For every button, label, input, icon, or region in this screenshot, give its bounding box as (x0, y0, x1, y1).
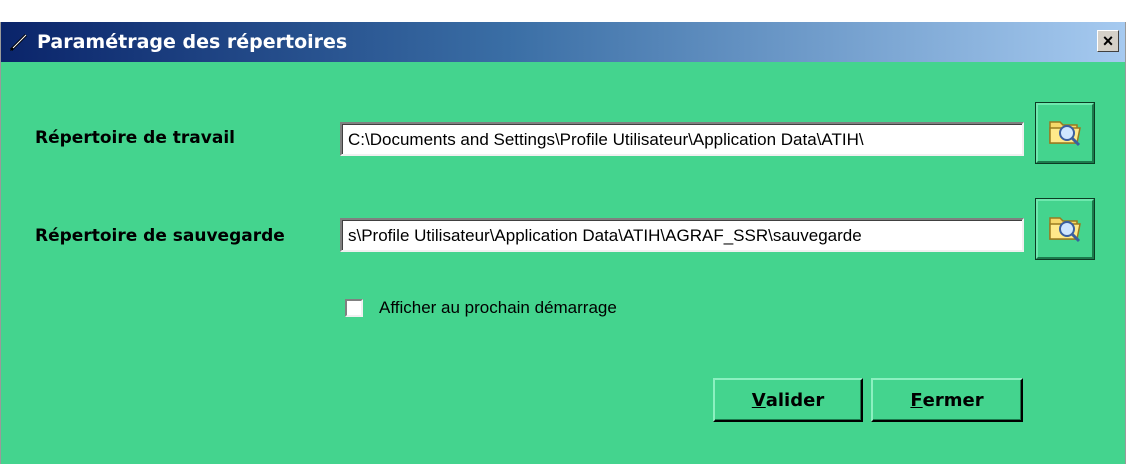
validate-label-rest: alider (765, 389, 825, 411)
validate-button[interactable]: Valider (713, 378, 863, 422)
folder-search-icon (1047, 210, 1083, 249)
work-dir-browse-button[interactable] (1035, 102, 1095, 164)
title-bar[interactable]: Paramétrage des répertoires × (1, 22, 1125, 62)
work-dir-input[interactable]: C:\Documents and Settings\Profile Utilis… (340, 122, 1024, 156)
close-button[interactable]: × (1097, 30, 1119, 52)
close-dialog-button[interactable]: Fermer (871, 378, 1023, 422)
pen-icon (1, 22, 37, 62)
backup-dir-label: Répertoire de sauvegarde (35, 226, 285, 246)
backup-dir-browse-button[interactable] (1035, 198, 1095, 260)
folder-search-icon (1047, 114, 1083, 153)
startup-checkbox-label: Afficher au prochain démarrage (379, 298, 617, 317)
validate-mnemonic: V (751, 389, 766, 411)
close-label-rest: ermer (922, 389, 984, 411)
startup-checkbox[interactable] (345, 299, 363, 317)
backup-dir-input[interactable]: s\Profile Utilisateur\Application Data\A… (340, 218, 1024, 252)
startup-checkbox-row[interactable]: Afficher au prochain démarrage (345, 298, 617, 318)
close-mnemonic: F (910, 389, 923, 411)
window-title: Paramétrage des répertoires (37, 31, 348, 53)
close-icon: × (1102, 31, 1114, 51)
work-dir-label: Répertoire de travail (35, 128, 235, 148)
settings-dialog: Paramétrage des répertoires × Répertoire… (0, 22, 1126, 464)
